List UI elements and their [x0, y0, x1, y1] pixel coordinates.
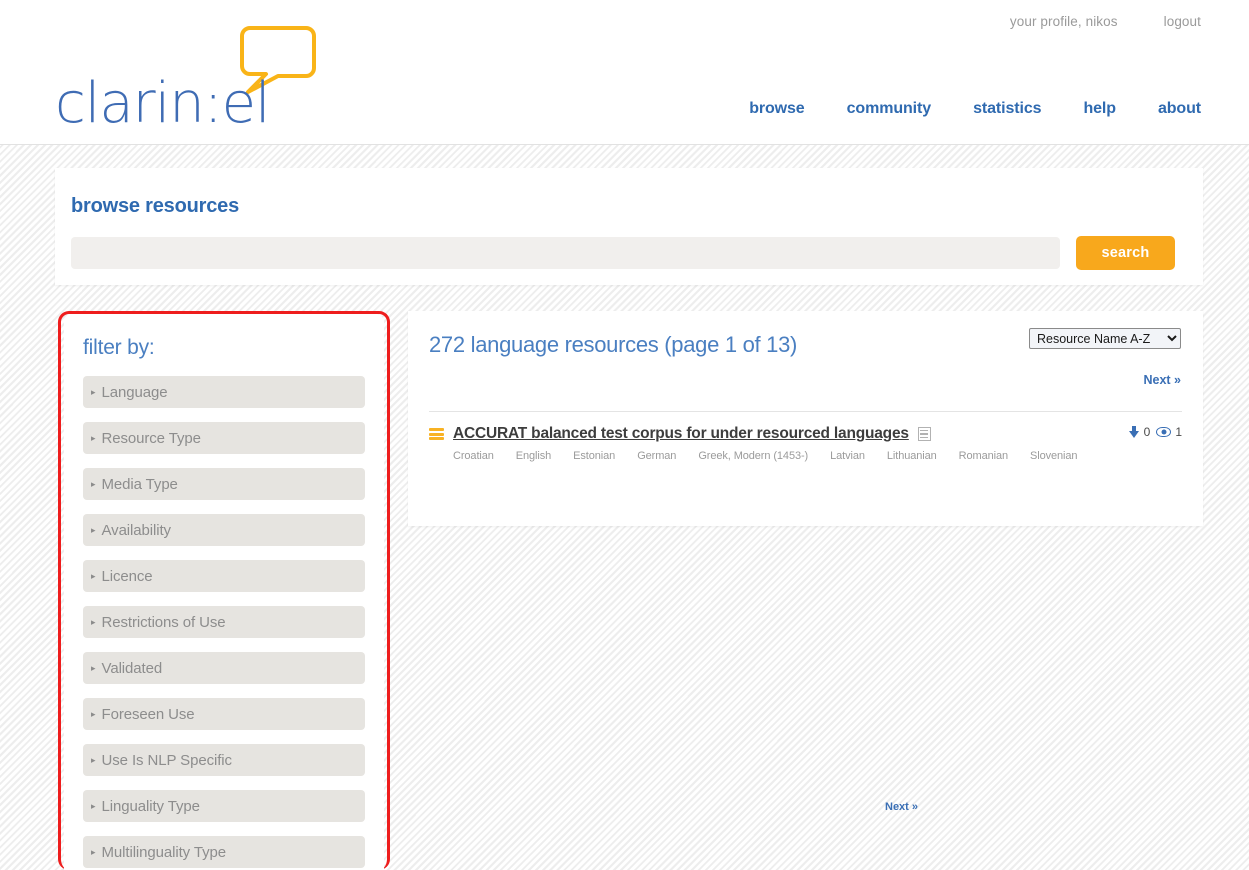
sidebar-item-label: Multilinguality Type — [101, 843, 227, 861]
site-header: clarin:el your profile, nikos logout bro… — [0, 0, 1249, 145]
logo-wordmark: clarin:el — [55, 71, 271, 136]
result-language-tags: Croatian English Estonian German Greek, … — [453, 450, 1182, 462]
sidebar-item-label: Validated — [101, 659, 163, 677]
sidebar-item-restrictions-of-use[interactable]: ▸ Restrictions of Use — [83, 606, 365, 638]
chevron-right-icon: ▸ — [91, 662, 96, 673]
result-metrics: 0 1 — [1128, 425, 1182, 439]
sidebar-item-label: Licence — [101, 567, 153, 585]
results-divider — [429, 411, 1182, 412]
download-count-value: 0 — [1143, 425, 1151, 439]
next-page-link-top[interactable]: Next » — [1143, 373, 1181, 387]
chevron-right-icon: ▸ — [91, 846, 96, 857]
logout-link[interactable]: logout — [1164, 14, 1201, 29]
results-count-heading: 272 language resources (page 1 of 13) — [429, 332, 798, 357]
sidebar-item-validated[interactable]: ▸ Validated — [83, 652, 365, 684]
nav-help[interactable]: help — [1083, 100, 1116, 118]
eye-icon — [1156, 427, 1172, 437]
sidebar-item-label: Use Is NLP Specific — [101, 751, 232, 769]
results-panel: 272 language resources (page 1 of 13) Re… — [408, 311, 1203, 813]
view-count-value: 1 — [1175, 425, 1182, 439]
chevron-right-icon: ▸ — [91, 386, 96, 397]
sidebar-item-label: Foreseen Use — [101, 705, 195, 723]
sidebar-item-availability[interactable]: ▸ Availability — [83, 514, 365, 546]
sidebar-item-label: Language — [101, 383, 168, 401]
sidebar-item-label: Restrictions of Use — [101, 613, 226, 631]
sidebar-item-label: Linguality Type — [101, 797, 200, 815]
nav-about[interactable]: about — [1158, 100, 1201, 118]
search-input[interactable] — [71, 237, 1060, 269]
sidebar-item-label: Availability — [101, 521, 172, 539]
next-page-link-bottom[interactable]: Next » — [885, 801, 918, 813]
view-count: 1 — [1156, 425, 1182, 439]
user-links: your profile, nikos logout — [1010, 14, 1201, 29]
language-tag: German — [637, 450, 677, 462]
sidebar-item-multilinguality-type[interactable]: ▸ Multilinguality Type — [83, 836, 365, 868]
chevron-right-icon: ▸ — [91, 432, 96, 443]
nav-community[interactable]: community — [847, 100, 932, 118]
sidebar-item-label: Resource Type — [101, 429, 201, 447]
sidebar-item-resource-type[interactable]: ▸ Resource Type — [83, 422, 365, 454]
chevron-right-icon: ▸ — [91, 754, 96, 765]
profile-link[interactable]: your profile, nikos — [1010, 14, 1118, 29]
chevron-right-icon: ▸ — [91, 570, 96, 581]
filter-sidebar: filter by: ▸ Language ▸ Resource Type ▸ … — [64, 314, 384, 870]
sort-select[interactable]: Resource Name A-Z — [1029, 328, 1181, 349]
sidebar-item-use-is-nlp-specific[interactable]: ▸ Use Is NLP Specific — [83, 744, 365, 776]
language-tag: Estonian — [573, 450, 616, 462]
filter-by-heading: filter by: — [83, 336, 155, 359]
search-button[interactable]: search — [1076, 236, 1175, 270]
document-icon[interactable] — [917, 427, 931, 441]
sidebar-item-foreseen-use[interactable]: ▸ Foreseen Use — [83, 698, 365, 730]
nav-statistics[interactable]: statistics — [973, 100, 1041, 118]
language-tag: Romanian — [958, 450, 1009, 462]
sidebar-item-language[interactable]: ▸ Language — [83, 376, 365, 408]
chevron-right-icon: ▸ — [91, 708, 96, 719]
language-tag: English — [515, 450, 552, 462]
chevron-right-icon: ▸ — [91, 616, 96, 627]
chevron-right-icon: ▸ — [91, 524, 96, 535]
language-tag: Latvian — [830, 450, 865, 462]
nav-browse[interactable]: browse — [749, 100, 805, 118]
language-tag: Greek, Modern (1453-) — [698, 450, 809, 462]
language-tag: Croatian — [453, 450, 494, 462]
language-tag: Lithuanian — [886, 450, 937, 462]
result-list-item: ACCURAT balanced test corpus for under r… — [429, 423, 1182, 462]
language-tag: Slovenian — [1030, 450, 1078, 462]
chevron-right-icon: ▸ — [91, 800, 96, 811]
sidebar-item-label: Media Type — [101, 475, 178, 493]
sidebar-item-licence[interactable]: ▸ Licence — [83, 560, 365, 592]
main-navigation: browse community statistics help about — [749, 100, 1201, 118]
site-logo[interactable]: clarin:el — [55, 18, 325, 132]
download-icon — [1128, 426, 1140, 438]
search-panel: browse resources search — [55, 168, 1203, 285]
chevron-right-icon: ▸ — [91, 478, 96, 489]
sidebar-item-linguality-type[interactable]: ▸ Linguality Type — [83, 790, 365, 822]
download-count: 0 — [1128, 425, 1151, 439]
hamburger-icon[interactable] — [429, 428, 444, 440]
result-title-link[interactable]: ACCURAT balanced test corpus for under r… — [453, 425, 909, 443]
page-title: browse resources — [71, 195, 239, 217]
filter-sidebar-highlight: filter by: ▸ Language ▸ Resource Type ▸ … — [58, 311, 390, 870]
sidebar-item-media-type[interactable]: ▸ Media Type — [83, 468, 365, 500]
